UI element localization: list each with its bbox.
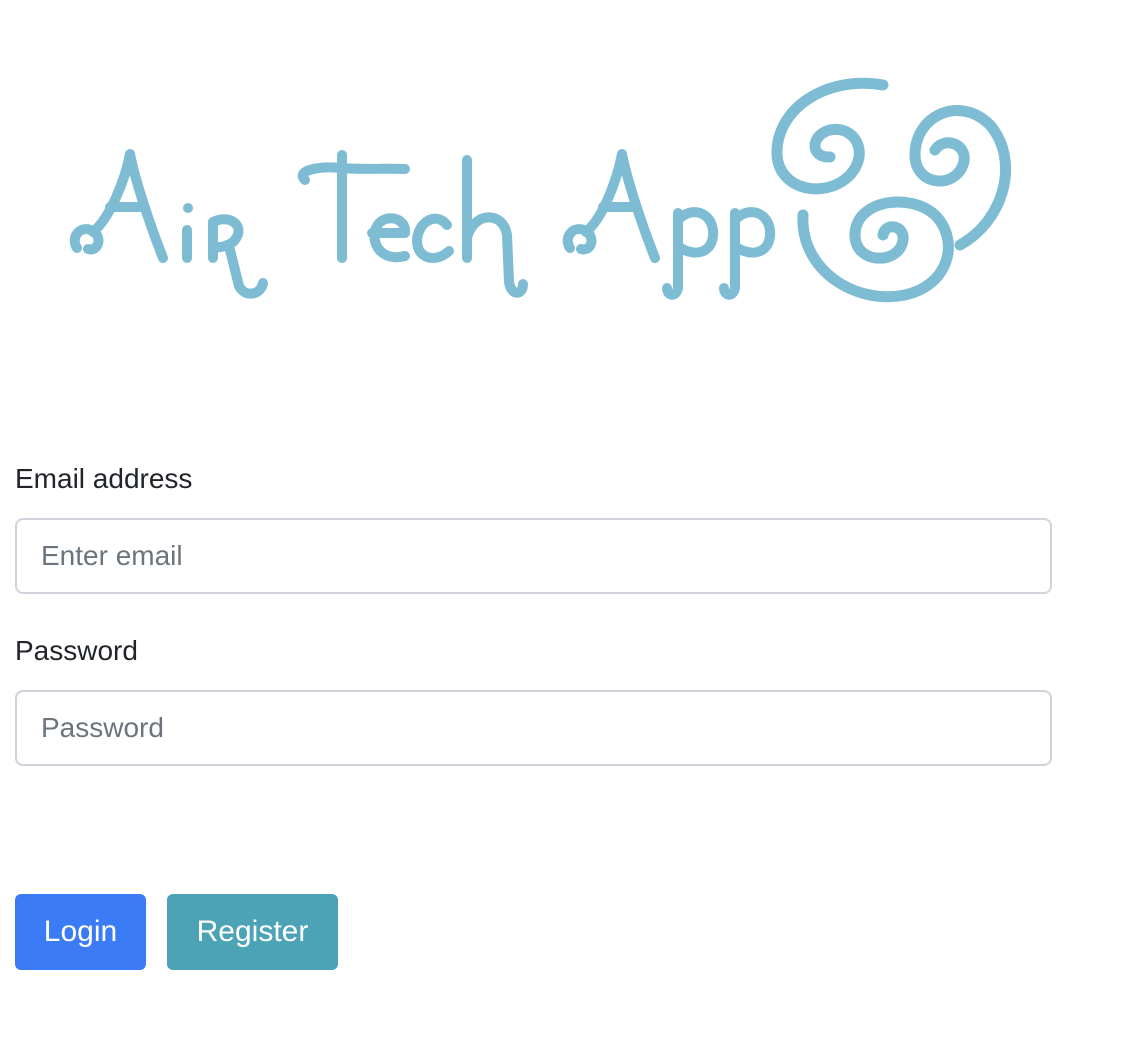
email-label: Email address [15,463,193,494]
password-group: Password [15,630,1052,766]
app-logo [55,70,1035,315]
email-group: Email address [15,458,1052,594]
email-field[interactable] [15,518,1052,594]
password-label: Password [15,635,138,666]
login-button[interactable]: Login [15,894,146,970]
logo-lettering [69,149,776,300]
form-actions: Login Register [15,894,338,970]
air-swirl-icon [771,77,1011,303]
register-button[interactable]: Register [167,894,338,970]
password-field[interactable] [15,690,1052,766]
